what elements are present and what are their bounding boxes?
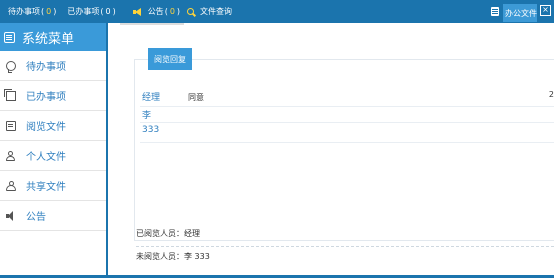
notice-link[interactable]: 公告 (0) — [132, 6, 181, 17]
tab-label: 阅览回复 — [154, 54, 186, 64]
user-icon — [6, 150, 16, 161]
sidebar: 系统菜单 待办事项 已办事项 阅览文件 个人文件 共享文件 公告 — [0, 23, 108, 275]
close-icon[interactable]: × — [540, 5, 551, 16]
users-icon — [6, 180, 16, 191]
sidebar-item-label: 阅览文件 — [26, 122, 66, 133]
table-row: 李 — [140, 107, 554, 123]
read-persons: 已阅览人员：经理 — [136, 229, 200, 238]
chat-icon — [6, 60, 16, 73]
file-search-label: 文件查询 — [200, 7, 233, 16]
main-content: 阅览回复 经理 同意 2 李 333 已阅览人员：经理 未阅览人员：李 333 — [110, 23, 554, 278]
sidebar-item-shared-files[interactable]: 共享文件 — [0, 171, 106, 201]
read-list: 已阅览人员：经理 — [136, 225, 554, 247]
tab-read-reply[interactable]: 阅览回复 — [148, 48, 192, 70]
speaker-icon — [132, 7, 141, 16]
sidebar-item-label: 个人文件 — [26, 152, 66, 163]
menu-icon — [4, 31, 15, 43]
todo-link[interactable]: 待办事项 (0) — [8, 6, 57, 17]
sidebar-item-label: 已办事项 — [26, 92, 66, 103]
reviewer-opinion: 同意 — [188, 93, 204, 102]
top-bar: 待办事项 (0) 已办事项 (0) 公告 (0) 文件查询 办公文件 × — [0, 0, 554, 23]
reviewer-name: 333 — [142, 125, 160, 135]
file-search-link[interactable]: 文件查询 — [187, 6, 232, 17]
document-icon — [6, 120, 16, 131]
sidebar-item-label: 公告 — [26, 212, 46, 223]
table-row: 333 — [140, 123, 554, 143]
office-file-tab[interactable]: 办公文件 — [503, 4, 537, 22]
table-row: 经理 同意 2 — [140, 87, 554, 107]
search-icon — [187, 8, 195, 15]
sidebar-item-label: 共享文件 — [26, 182, 66, 193]
notice-count: 0 — [169, 7, 175, 16]
divider — [120, 23, 184, 25]
office-file-icon — [491, 7, 499, 16]
todo-count: 0 — [46, 7, 52, 16]
menu-header: 系统菜单 — [0, 23, 106, 51]
copy-icon — [4, 88, 16, 101]
sidebar-item-read-files[interactable]: 阅览文件 — [0, 111, 106, 141]
todo-label: 待办事项 — [8, 7, 40, 16]
sidebar-item-label: 待办事项 — [26, 62, 66, 73]
reviewer-date: 2 — [548, 90, 554, 99]
unread-list: 未阅览人员：李 333 — [136, 249, 554, 269]
reviewer-name: 李 — [142, 111, 152, 121]
unread-persons: 未阅览人员：李 333 — [136, 252, 210, 261]
notice-label: 公告 — [147, 7, 164, 16]
done-link[interactable]: 已办事项 (0) — [67, 6, 116, 17]
menu-title: 系统菜单 — [22, 31, 75, 47]
sidebar-item-done[interactable]: 已办事项 — [0, 81, 106, 111]
speaker-icon — [6, 210, 16, 221]
sidebar-item-notice[interactable]: 公告 — [0, 201, 106, 231]
done-label: 已办事项 — [67, 7, 100, 16]
sidebar-item-todo[interactable]: 待办事项 — [0, 51, 106, 81]
office-file-label: 办公文件 — [505, 8, 537, 18]
done-count: 0 — [105, 7, 111, 16]
reviewer-name: 经理 — [142, 93, 161, 103]
sidebar-item-personal-files[interactable]: 个人文件 — [0, 141, 106, 171]
